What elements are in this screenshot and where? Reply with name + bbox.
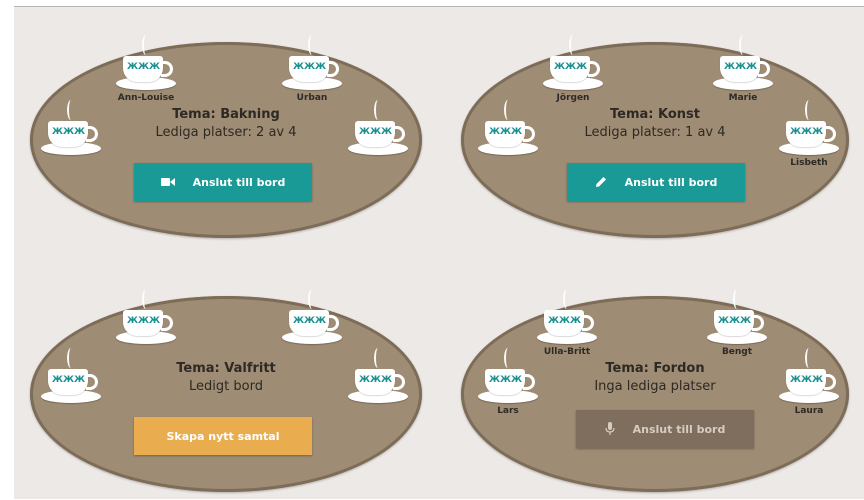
steam-icon [308, 289, 316, 309]
table-theme: Tema: Valfritt [176, 361, 276, 376]
seat-top-left: ЖЖЖ Ann-Louise [111, 35, 181, 107]
seat-top-right: ЖЖЖ Urban [277, 35, 347, 107]
seat-top-right: ЖЖЖ Marie [708, 35, 778, 107]
seat-left: ЖЖЖ [473, 100, 543, 172]
video-camera-icon [160, 177, 175, 187]
seat-left: ЖЖЖ [36, 348, 106, 420]
steam-icon [374, 348, 382, 368]
join-table-button[interactable]: Anslut till bord [567, 163, 745, 201]
participant-name: Lars [497, 406, 519, 416]
table-seats-status: Lediga platser: 1 av 4 [584, 125, 726, 140]
create-conversation-label: Skapa nytt samtal [166, 429, 280, 443]
steam-icon [739, 35, 747, 55]
seat-left: ЖЖЖ Lars [473, 348, 543, 420]
table-theme: Tema: Fordon [605, 361, 705, 376]
table-theme: Tema: Konst [610, 107, 700, 122]
steam-icon [733, 289, 741, 309]
participant-name: Lisbeth [790, 158, 828, 168]
participant-name: Ann-Louise [117, 93, 175, 103]
steam-icon [308, 35, 316, 55]
join-table-label: Anslut till bord [632, 422, 726, 436]
seat-right: ЖЖЖ Laura [774, 348, 844, 420]
pencil-icon [595, 176, 607, 188]
table-info: Tema: Fordon Inga lediga platser [555, 360, 755, 396]
table-seats-status: Inga lediga platser [594, 379, 716, 394]
cafe-room: ЖЖЖ Ann-Louise ЖЖЖ Urban ЖЖЖ ЖЖЖ Tema: B… [14, 6, 864, 499]
steam-icon [569, 35, 577, 55]
join-table-label: Anslut till bord [192, 175, 286, 189]
steam-icon [142, 35, 150, 55]
join-table-label: Anslut till bord [624, 175, 718, 189]
seat-right: ЖЖЖ [343, 348, 413, 420]
table-info: Tema: Bakning Lediga platser: 2 av 4 [126, 106, 326, 142]
table-theme: Tema: Bakning [172, 107, 280, 122]
steam-icon [67, 348, 75, 368]
steam-icon [805, 348, 813, 368]
join-table-button-disabled: Anslut till bord [576, 410, 754, 448]
seat-top-right: ЖЖЖ [277, 289, 347, 361]
steam-icon [67, 100, 75, 120]
table-info: Tema: Konst Lediga platser: 1 av 4 [555, 106, 755, 142]
table-seats-status: Ledigt bord [189, 379, 263, 394]
join-table-button[interactable]: Anslut till bord [134, 163, 312, 201]
participant-name: Laura [794, 406, 824, 416]
table-seats-status: Lediga platser: 2 av 4 [155, 125, 297, 140]
seat-top-left: ЖЖЖ Jörgen [538, 35, 608, 107]
steam-icon [504, 100, 512, 120]
steam-icon [374, 100, 382, 120]
seat-right: ЖЖЖ Lisbeth [774, 100, 844, 172]
steam-icon [142, 289, 150, 309]
steam-icon [563, 289, 571, 309]
create-conversation-button[interactable]: Skapa nytt samtal [134, 417, 312, 455]
steam-icon [504, 348, 512, 368]
microphone-icon [605, 422, 615, 436]
seat-top-right: ЖЖЖ Bengt [702, 289, 772, 361]
seat-left: ЖЖЖ [36, 100, 106, 172]
steam-icon [805, 100, 813, 120]
seat-right: ЖЖЖ [343, 100, 413, 172]
table-info: Tema: Valfritt Ledigt bord [126, 360, 326, 396]
seat-top-left: ЖЖЖ [111, 289, 181, 361]
